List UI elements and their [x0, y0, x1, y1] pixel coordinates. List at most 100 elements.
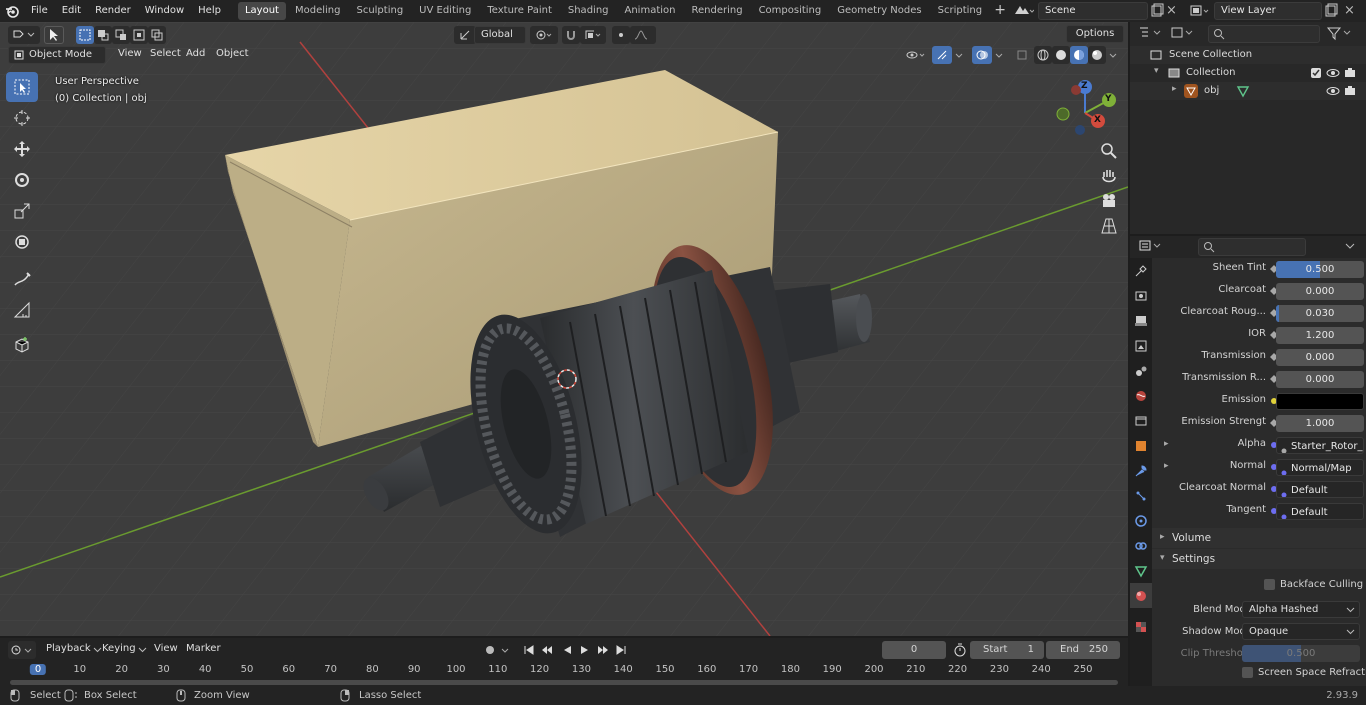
blend-mode-dropdown[interactable]: Alpha Hashed — [1242, 601, 1360, 618]
linked-input-field[interactable]: Starter_Rotor_Refra... — [1276, 437, 1364, 454]
properties-editor-type-icon[interactable] — [1138, 238, 1168, 256]
mesh-data-tab-icon[interactable] — [1130, 558, 1152, 583]
annotate-tool-icon[interactable] — [6, 264, 38, 294]
camera-view-icon[interactable] — [1098, 190, 1120, 212]
tab-shading[interactable]: Shading — [561, 2, 616, 20]
select-tool-icon[interactable] — [44, 26, 64, 44]
remove-scene-icon[interactable]: × — [1166, 2, 1180, 20]
auto-keying-icon[interactable] — [482, 641, 516, 659]
options-dropdown[interactable]: Options — [1066, 25, 1124, 43]
mode-dropdown[interactable]: Object Mode — [8, 46, 106, 64]
viewport-menu-add[interactable]: Add — [180, 46, 211, 64]
cursor-tool-icon[interactable] — [6, 103, 38, 133]
emission-color-swatch[interactable] — [1276, 393, 1364, 410]
shading-wireframe-icon[interactable] — [1034, 46, 1052, 64]
select-intersect-icon[interactable] — [148, 26, 166, 44]
shading-rendered-icon[interactable] — [1088, 46, 1106, 64]
scene-browse-icon[interactable] — [1012, 2, 1036, 20]
physics-tab-icon[interactable] — [1130, 508, 1152, 533]
menu-help[interactable]: Help — [191, 0, 228, 22]
exclude-checkbox-icon[interactable] — [1310, 67, 1322, 82]
output-tab-icon[interactable] — [1130, 308, 1152, 333]
start-frame-field[interactable]: Start 1 — [970, 641, 1044, 659]
transform-orientation-icon[interactable] — [454, 26, 476, 44]
particles-tab-icon[interactable] — [1130, 483, 1152, 508]
pivot-point-icon[interactable] — [530, 26, 558, 44]
expand-arrow-icon[interactable]: ▸ — [1164, 439, 1169, 449]
tab-sculpting[interactable]: Sculpting — [349, 2, 410, 20]
property-value-slider[interactable]: 1.200 — [1276, 327, 1364, 344]
tab-uv-editing[interactable]: UV Editing — [412, 2, 478, 20]
new-view-layer-icon[interactable] — [1324, 3, 1338, 19]
tab-animation[interactable]: Animation — [618, 2, 683, 20]
timeline-menu-playback[interactable]: Playback — [40, 641, 105, 659]
new-scene-icon[interactable] — [1150, 3, 1164, 19]
world-tab-icon[interactable] — [1130, 383, 1152, 408]
scale-tool-icon[interactable] — [6, 196, 38, 226]
timeline-menu-keying[interactable]: Keying — [96, 641, 150, 659]
property-value-slider[interactable]: 0.000 — [1276, 283, 1364, 300]
stopwatch-icon[interactable] — [952, 641, 968, 659]
property-value-slider[interactable]: 0.500 — [1276, 261, 1364, 278]
overlays-toggle-icon[interactable] — [972, 46, 992, 64]
timeline-editor-type-icon[interactable] — [8, 641, 36, 659]
pan-view-icon[interactable] — [1098, 165, 1120, 187]
view-layer-name-field[interactable]: View Layer — [1214, 2, 1322, 20]
outliner-row-obj[interactable]: ▸ obj — [1130, 82, 1366, 100]
gizmo-dropdown-icon[interactable] — [952, 46, 966, 64]
collection-tab-icon[interactable] — [1130, 408, 1152, 433]
proportional-edit-icon[interactable] — [612, 26, 630, 44]
object-type-visibility-icon[interactable] — [904, 46, 928, 64]
property-value-slider[interactable]: 0.000 — [1276, 371, 1364, 388]
end-frame-field[interactable]: End 250 — [1046, 641, 1120, 659]
timeline-menu-marker[interactable]: Marker — [180, 641, 227, 659]
shading-solid-icon[interactable] — [1052, 46, 1070, 64]
property-value-slider[interactable]: 1.000 — [1276, 415, 1364, 432]
play-icon[interactable] — [578, 643, 592, 660]
timeline-menu-view[interactable]: View — [148, 641, 184, 659]
object-tab-icon[interactable] — [1130, 433, 1152, 458]
menu-edit[interactable]: Edit — [55, 0, 88, 22]
xray-toggle-icon[interactable] — [1012, 46, 1032, 64]
render-tab-icon[interactable] — [1130, 283, 1152, 308]
settings-section-header[interactable]: ▾ Settings — [1152, 549, 1366, 569]
select-invert-icon[interactable] — [130, 26, 148, 44]
navigation-gizmo[interactable]: Z Y X — [1050, 78, 1120, 148]
tab-scripting[interactable]: Scripting — [931, 2, 989, 20]
viewport-menu-view[interactable]: View — [112, 46, 148, 64]
viewport-scene[interactable] — [0, 22, 1128, 636]
mesh-data-icon[interactable] — [1236, 84, 1250, 101]
tab-modeling[interactable]: Modeling — [288, 2, 348, 20]
snap-toggle-icon[interactable] — [562, 26, 580, 44]
perspective-toggle-icon[interactable] — [1098, 215, 1120, 237]
select-subtract-icon[interactable] — [112, 26, 130, 44]
editor-type-icon[interactable] — [8, 26, 40, 44]
tab-rendering[interactable]: Rendering — [684, 2, 749, 20]
outliner-row-collection[interactable]: ▾ Collection — [1130, 64, 1366, 82]
blender-logo-icon[interactable] — [0, 0, 24, 22]
shading-material-icon[interactable] — [1070, 46, 1088, 64]
render-camera-icon[interactable] — [1344, 85, 1356, 100]
menu-render[interactable]: Render — [88, 0, 138, 22]
properties-search-input[interactable] — [1198, 238, 1306, 256]
proportional-falloff-icon[interactable] — [630, 26, 656, 44]
remove-view-layer-icon[interactable]: × — [1344, 2, 1358, 20]
transform-tool-icon[interactable] — [6, 227, 38, 257]
timeline-scrollbar[interactable] — [10, 680, 1118, 685]
tab-layout[interactable]: Layout — [237, 2, 286, 20]
expand-arrow-icon[interactable]: ▸ — [1164, 461, 1169, 471]
view-layer-tab-icon[interactable] — [1130, 333, 1152, 358]
3d-viewport[interactable]: Global Options Object Mode View Select A… — [0, 22, 1128, 636]
display-mode-icon[interactable] — [1170, 25, 1198, 43]
add-workspace-button[interactable]: + — [991, 2, 1009, 20]
material-tab-icon[interactable] — [1130, 583, 1152, 608]
tab-texture-paint[interactable]: Texture Paint — [480, 2, 559, 20]
outliner-editor-type-icon[interactable] — [1138, 25, 1166, 43]
properties-options-icon[interactable] — [1342, 238, 1360, 256]
outliner-search-input[interactable] — [1208, 25, 1320, 43]
add-cube-tool-icon[interactable] — [6, 330, 38, 360]
linked-input-field[interactable]: Default — [1276, 481, 1364, 498]
jump-end-icon[interactable] — [614, 643, 628, 660]
backface-culling-checkbox[interactable]: Backface Culling — [1264, 577, 1364, 593]
jump-keyframe-forward-icon[interactable] — [596, 643, 610, 660]
